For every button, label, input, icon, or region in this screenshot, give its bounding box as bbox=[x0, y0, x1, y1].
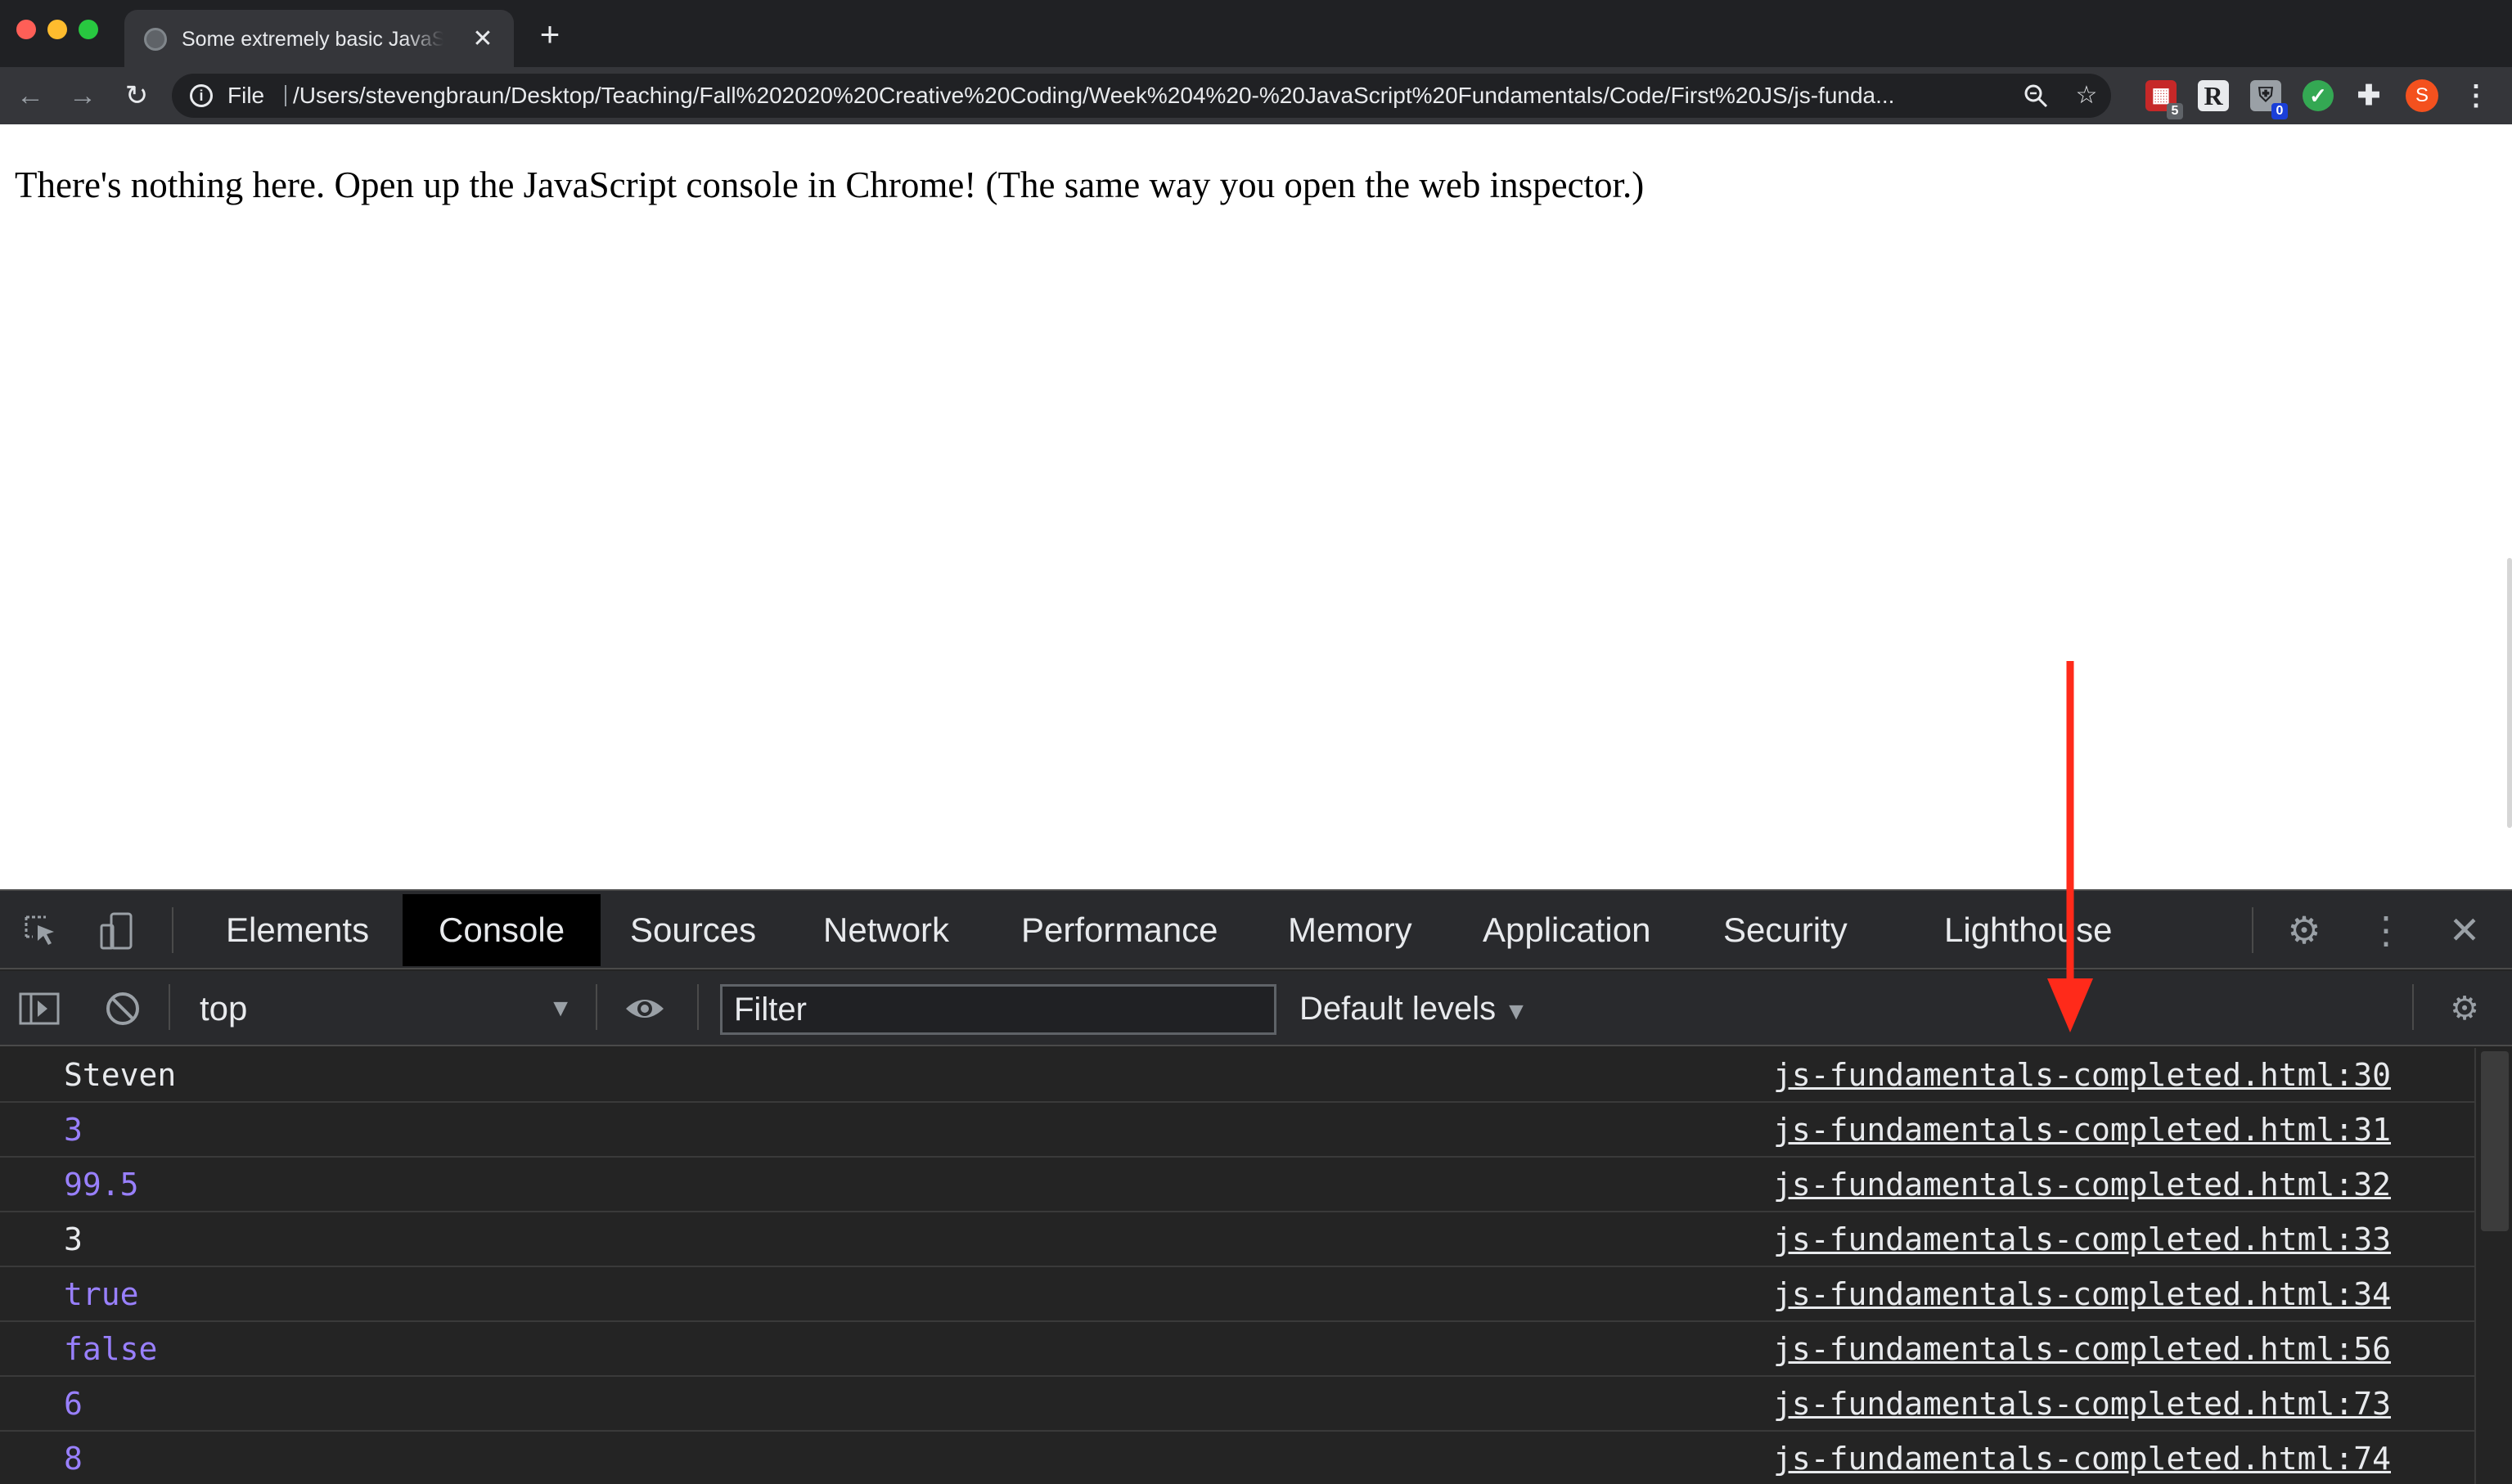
page-body-text: There's nothing here. Open up the JavaSc… bbox=[15, 164, 1645, 205]
triangle-down-icon: ▼ bbox=[1504, 998, 1528, 1025]
device-toolbar-icon[interactable] bbox=[98, 911, 139, 951]
kebab-menu-icon[interactable]: ⋮ bbox=[2363, 909, 2409, 951]
toolbar-divider bbox=[2412, 984, 2414, 1030]
triangle-down-icon: ▼ bbox=[548, 995, 573, 1022]
browser-toolbar: ← → ↻ i File /Users/stevengbraun/Desktop… bbox=[0, 67, 2512, 124]
tab-performance[interactable]: Performance bbox=[1021, 894, 1218, 966]
check-extension-icon[interactable]: ✓ bbox=[2303, 80, 2334, 111]
calendar-extension-icon[interactable]: ▦ 5 bbox=[2145, 80, 2183, 119]
source-link[interactable]: js-fundamentals-completed.html:74 bbox=[1773, 1432, 2391, 1484]
message-value: 6 bbox=[64, 1386, 83, 1422]
inspect-svg bbox=[25, 915, 54, 945]
extension-badge: 0 bbox=[2271, 103, 2288, 119]
levels-label: Default levels bbox=[1299, 991, 1497, 1027]
gear-icon[interactable]: ⚙ bbox=[2281, 909, 2327, 951]
message-value: Steven bbox=[64, 1057, 177, 1093]
console-message: Steven js-fundamentals-completed.html:30 bbox=[0, 1048, 2474, 1103]
source-link[interactable]: js-fundamentals-completed.html:32 bbox=[1773, 1158, 2391, 1212]
avatar[interactable]: S bbox=[2406, 79, 2438, 112]
window-zoom-button[interactable] bbox=[79, 20, 98, 39]
source-link[interactable]: js-fundamentals-completed.html:73 bbox=[1773, 1377, 2391, 1431]
sidebar-svg bbox=[19, 992, 60, 1025]
message-value: true bbox=[64, 1276, 139, 1312]
window-minimize-button[interactable] bbox=[47, 20, 67, 39]
console-message: 3 js-fundamentals-completed.html:33 bbox=[0, 1212, 2474, 1267]
browser-tab-strip: Some extremely basic JavaScript ✕ + bbox=[0, 0, 2512, 67]
tab-network[interactable]: Network bbox=[823, 894, 949, 966]
device-svg bbox=[100, 912, 133, 950]
scheme-label: File bbox=[227, 83, 265, 108]
tab-elements[interactable]: Elements bbox=[226, 894, 369, 966]
message-value: 8 bbox=[64, 1441, 83, 1477]
clear-svg bbox=[106, 992, 139, 1025]
zoom-icon[interactable] bbox=[2021, 81, 2051, 110]
r-extension-icon[interactable]: R bbox=[2198, 80, 2229, 111]
extension-badge: 5 bbox=[2167, 103, 2183, 119]
tab-security[interactable]: Security bbox=[1723, 894, 1848, 966]
clear-console-icon[interactable] bbox=[101, 987, 144, 1030]
tab-title: Some extremely basic JavaScript bbox=[182, 28, 443, 51]
tab-memory[interactable]: Memory bbox=[1288, 894, 1412, 966]
reload-icon[interactable]: ↻ bbox=[118, 77, 155, 115]
kebab-menu-icon[interactable]: ⋮ bbox=[2460, 79, 2492, 113]
arrow-right-icon[interactable]: → bbox=[64, 77, 101, 115]
toolbar-divider bbox=[596, 984, 597, 1030]
console-sidebar-icon[interactable] bbox=[18, 987, 61, 1030]
shield-extension-icon[interactable]: ⛨ 0 bbox=[2250, 80, 2288, 119]
filter-input[interactable] bbox=[720, 984, 1276, 1035]
console-message: false js-fundamentals-completed.html:56 bbox=[0, 1322, 2474, 1377]
tab-application[interactable]: Application bbox=[1483, 894, 1650, 966]
address-bar[interactable]: i File /Users/stevengbraun/Desktop/Teach… bbox=[172, 74, 2111, 118]
devtools-panel: Elements Console Sources Network Perform… bbox=[0, 889, 2512, 1484]
tab-lighthouse[interactable]: Lighthouse bbox=[1944, 894, 2113, 966]
info-icon[interactable]: i bbox=[190, 84, 213, 107]
console-scrollbar[interactable] bbox=[2474, 1048, 2512, 1484]
console-messages: Steven js-fundamentals-completed.html:30… bbox=[0, 1048, 2474, 1484]
log-levels-dropdown[interactable]: Default levels ▼ bbox=[1299, 984, 1528, 1033]
console-message: 99.5 js-fundamentals-completed.html:32 bbox=[0, 1158, 2474, 1212]
close-icon[interactable]: ✕ bbox=[2442, 909, 2487, 951]
plus-icon[interactable]: + bbox=[533, 17, 566, 52]
scrollbar-thumb[interactable] bbox=[2481, 1051, 2509, 1231]
toolbar-divider bbox=[2252, 907, 2253, 953]
url-text[interactable]: /Users/stevengbraun/Desktop/Teaching/Fal… bbox=[293, 74, 2003, 118]
eye-icon[interactable] bbox=[623, 987, 666, 1030]
arrow-left-icon[interactable]: ← bbox=[11, 77, 49, 115]
toolbar-divider bbox=[697, 984, 699, 1030]
source-link[interactable]: js-fundamentals-completed.html:56 bbox=[1773, 1322, 2391, 1376]
source-link[interactable]: js-fundamentals-completed.html:31 bbox=[1773, 1103, 2391, 1157]
console-message: 3 js-fundamentals-completed.html:31 bbox=[0, 1103, 2474, 1158]
browser-tab[interactable]: Some extremely basic JavaScript ✕ bbox=[124, 10, 514, 67]
puzzle-extensions-icon[interactable]: ✚ bbox=[2353, 80, 2384, 111]
close-icon[interactable]: ✕ bbox=[468, 25, 497, 54]
message-value: false bbox=[64, 1331, 158, 1367]
magnifier-svg bbox=[2024, 84, 2048, 108]
tab-sources[interactable]: Sources bbox=[630, 894, 756, 966]
source-link[interactable]: js-fundamentals-completed.html:34 bbox=[1773, 1267, 2391, 1321]
console-toolbar: top ▼ Default levels ▼ ⚙ bbox=[0, 971, 2512, 1046]
console-message: 6 js-fundamentals-completed.html:73 bbox=[0, 1377, 2474, 1432]
scheme-divider bbox=[285, 85, 286, 106]
message-value: 3 bbox=[64, 1221, 83, 1257]
star-icon[interactable]: ☆ bbox=[2072, 81, 2101, 110]
message-value: 99.5 bbox=[64, 1167, 139, 1203]
context-value: top bbox=[200, 989, 248, 1028]
globe-icon bbox=[144, 28, 167, 51]
message-value: 3 bbox=[64, 1112, 83, 1148]
eye-svg bbox=[626, 1000, 664, 1018]
tab-console[interactable]: Console bbox=[403, 894, 601, 966]
console-message: true js-fundamentals-completed.html:34 bbox=[0, 1267, 2474, 1322]
console-settings-gear-icon[interactable]: ⚙ bbox=[2443, 987, 2486, 1030]
inspect-element-icon[interactable] bbox=[21, 911, 62, 951]
source-link[interactable]: js-fundamentals-completed.html:33 bbox=[1773, 1212, 2391, 1266]
toolbar-divider bbox=[172, 907, 173, 953]
window-close-button[interactable] bbox=[16, 20, 36, 39]
source-link[interactable]: js-fundamentals-completed.html:30 bbox=[1773, 1048, 2391, 1102]
console-message: 8 js-fundamentals-completed.html:74 bbox=[0, 1432, 2474, 1484]
page-viewport: There's nothing here. Open up the JavaSc… bbox=[0, 124, 2512, 889]
execution-context-select[interactable]: top ▼ bbox=[200, 984, 573, 1033]
page-scrollbar[interactable] bbox=[2507, 558, 2512, 828]
toolbar-divider bbox=[169, 984, 170, 1030]
devtools-tab-bar: Elements Console Sources Network Perform… bbox=[0, 891, 2512, 969]
